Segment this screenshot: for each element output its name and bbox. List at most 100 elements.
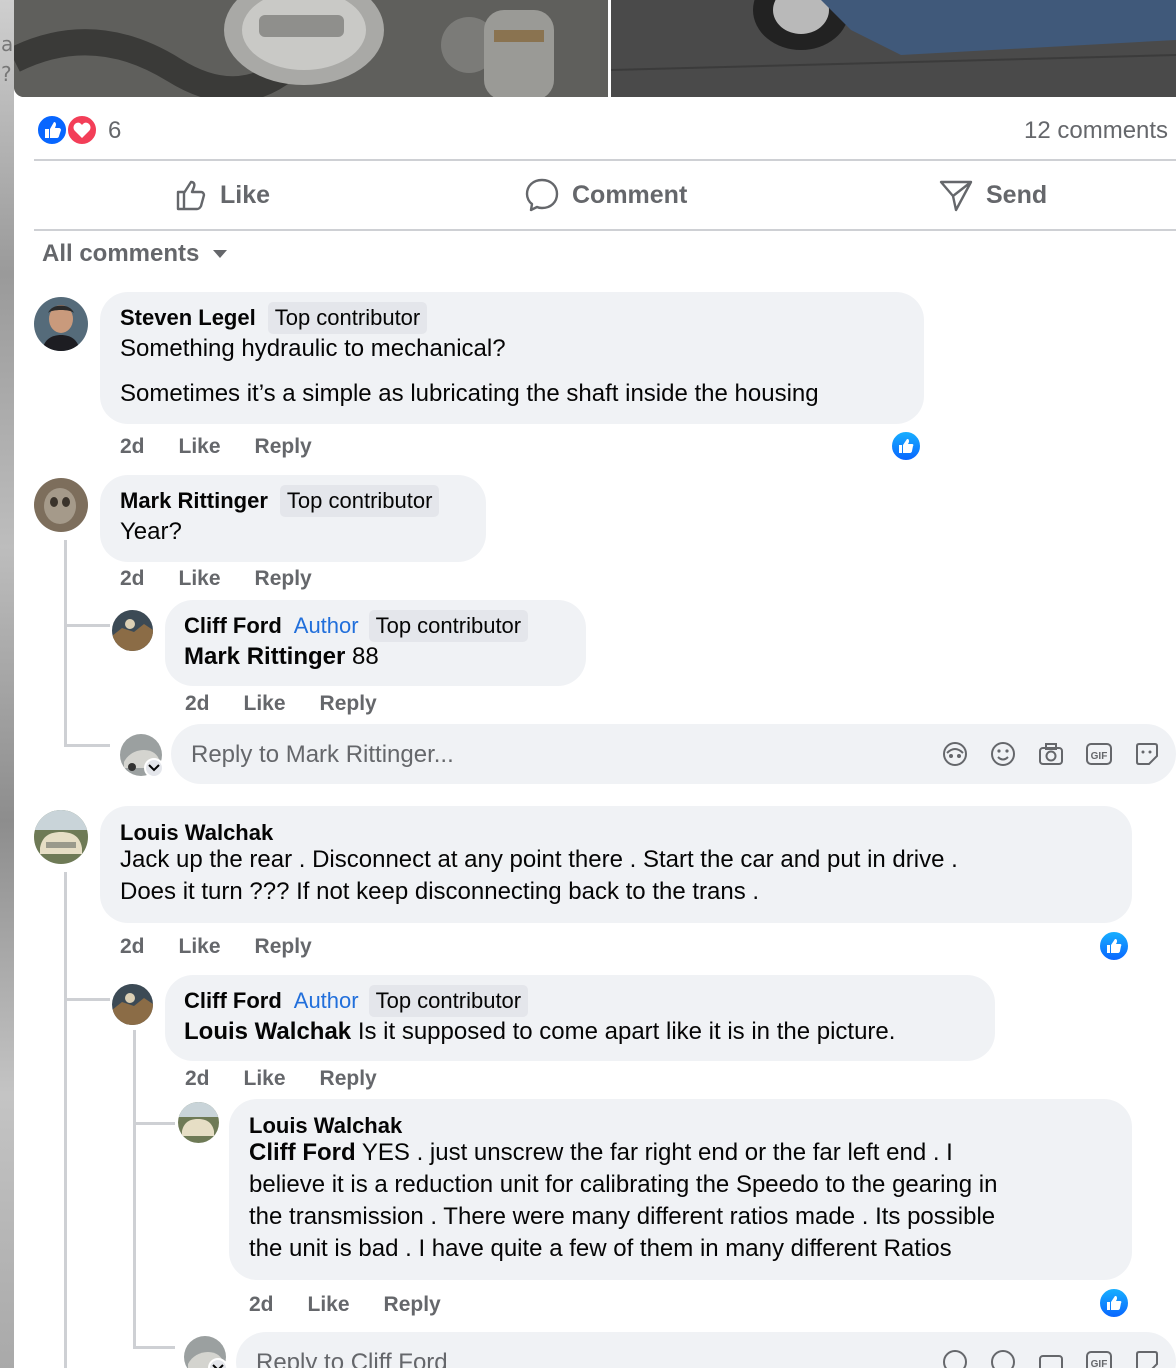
- comment-text-body: 88: [345, 643, 379, 670]
- comment-text: Mark Rittinger 88: [184, 641, 379, 673]
- mention-link[interactable]: Cliff Ford: [249, 1139, 356, 1166]
- thumb-glyph: [1107, 939, 1122, 953]
- comment-meta: 2d Like Reply: [120, 567, 312, 591]
- like-button[interactable]: Like: [174, 162, 270, 228]
- svg-text:GIF: GIF: [1091, 1359, 1108, 1368]
- send-button[interactable]: Send: [938, 162, 1047, 228]
- comment-author[interactable]: Mark Rittinger: [120, 488, 268, 514]
- comment-reply-button[interactable]: Reply: [320, 692, 377, 716]
- comment-author[interactable]: Louis Walchak: [120, 820, 273, 846]
- comment-time[interactable]: 2d: [120, 435, 145, 459]
- car-photo-graphic: [611, 0, 1176, 97]
- reaction-count: 6: [108, 117, 122, 144]
- avatar-emoji-icon[interactable]: [941, 740, 969, 768]
- like-label: Like: [220, 180, 271, 209]
- avatar[interactable]: [34, 297, 88, 351]
- comment-time[interactable]: 2d: [120, 935, 145, 959]
- sticker-icon[interactable]: [1133, 1348, 1161, 1368]
- comment-reply-button[interactable]: Reply: [255, 435, 312, 459]
- chevron-down-icon[interactable]: [144, 758, 164, 778]
- comment-like-button[interactable]: Like: [244, 692, 286, 716]
- cropped-letter: a: [1, 32, 14, 56]
- comment-text: the unit is bad . I have quite a few of …: [249, 1235, 952, 1262]
- comment-like-button[interactable]: Like: [244, 1067, 286, 1091]
- avatar[interactable]: [112, 610, 153, 651]
- comment-like-button[interactable]: Like: [179, 435, 221, 459]
- avatar-emoji-icon[interactable]: [941, 1348, 969, 1368]
- cropped-letter: ?: [1, 62, 12, 86]
- comment-author[interactable]: Louis Walchak: [249, 1113, 402, 1139]
- comment-like-button[interactable]: Like: [308, 1293, 350, 1317]
- gif-icon[interactable]: GIF: [1085, 740, 1113, 768]
- comment-author[interactable]: Cliff Ford: [184, 613, 282, 639]
- comment-text-body: Is it supposed to come apart like it is …: [351, 1018, 896, 1045]
- avatar[interactable]: [112, 984, 153, 1025]
- comment-text: Sometimes it’s a simple as lubricating t…: [120, 380, 819, 407]
- gif-icon[interactable]: GIF: [1085, 1348, 1113, 1368]
- avatar-photo: [178, 1102, 219, 1143]
- comment-text: the transmission . There were many diffe…: [249, 1203, 996, 1230]
- thread-line: [64, 872, 67, 1368]
- top-contributor-badge: Top contributor: [368, 610, 529, 642]
- comment-author[interactable]: Steven Legel: [120, 305, 256, 331]
- avatar-photo: [34, 297, 88, 351]
- comments-count-link[interactable]: 12 comments: [1024, 117, 1168, 145]
- comment-text-body: YES . just unscrew the far right end or …: [355, 1139, 953, 1166]
- camera-icon[interactable]: [1037, 740, 1065, 768]
- thread-line: [64, 744, 110, 747]
- comment-filter-label: All comments: [42, 240, 200, 267]
- comment-reply-button[interactable]: Reply: [384, 1293, 441, 1317]
- comment-time[interactable]: 2d: [185, 692, 210, 716]
- emoji-icon[interactable]: [989, 740, 1017, 768]
- reply-input[interactable]: Reply to Cliff Ford GIF: [236, 1332, 1176, 1368]
- comment-reply-button[interactable]: Reply: [255, 935, 312, 959]
- comment-reply-button[interactable]: Reply: [320, 1067, 377, 1091]
- avatar[interactable]: [178, 1102, 219, 1143]
- divider: [34, 159, 1176, 161]
- comment-time[interactable]: 2d: [120, 567, 145, 591]
- thumb-glyph: [1107, 1296, 1122, 1310]
- thumb-up-outline-icon: [176, 180, 206, 211]
- mention-link[interactable]: Mark Rittinger: [184, 643, 345, 670]
- camera-icon[interactable]: [1037, 1348, 1065, 1368]
- send-icon: [939, 180, 973, 212]
- comment-time[interactable]: 2d: [185, 1067, 210, 1091]
- sticker-icon[interactable]: [1133, 740, 1161, 768]
- thread-line: [64, 720, 67, 746]
- comment-bubble: Louis Walchak Jack up the rear . Disconn…: [100, 806, 1132, 923]
- avatar[interactable]: [34, 810, 88, 864]
- send-label: Send: [986, 180, 1048, 209]
- comment-like-button[interactable]: Like: [179, 567, 221, 591]
- comment-bubble: Cliff Ford Author Top contributor Mark R…: [165, 600, 586, 686]
- mention-link[interactable]: Louis Walchak: [184, 1018, 351, 1045]
- comment-meta: 2d Like Reply: [120, 435, 312, 459]
- engine-photo-graphic: [14, 0, 608, 97]
- thumb-glyph: [899, 439, 914, 453]
- comment-text: Year?: [120, 518, 182, 545]
- author-badge: Author: [293, 613, 359, 638]
- comment-reply-button[interactable]: Reply: [255, 567, 312, 591]
- comment-text: Something hydraulic to mechanical?: [120, 335, 506, 362]
- comment-meta: 2d Like Reply: [185, 692, 377, 716]
- post-photo-engine[interactable]: [14, 0, 608, 97]
- comment-author[interactable]: Cliff Ford: [184, 988, 282, 1014]
- thread-line: [64, 624, 110, 627]
- comment-time[interactable]: 2d: [249, 1293, 274, 1317]
- comment-like-button[interactable]: Like: [179, 935, 221, 959]
- like-icon[interactable]: [890, 430, 922, 462]
- reactions-summary[interactable]: 6 12 comments: [36, 113, 1176, 147]
- avatar[interactable]: [34, 478, 88, 532]
- post-photo-car[interactable]: [611, 0, 1176, 97]
- comment-meta: 2d Like Reply: [249, 1293, 441, 1317]
- comment-filter-dropdown[interactable]: All comments: [42, 240, 229, 268]
- thread-line: [133, 1030, 136, 1348]
- like-icon: [36, 114, 98, 146]
- reply-placeholder: Reply to Cliff Ford: [256, 1349, 448, 1368]
- reply-input[interactable]: Reply to Mark Rittinger... GIF: [171, 724, 1176, 784]
- thread-line: [133, 1122, 175, 1125]
- chevron-glyph: [148, 764, 160, 772]
- emoji-icon[interactable]: [989, 1348, 1017, 1368]
- like-icon[interactable]: [1098, 1287, 1130, 1319]
- like-icon[interactable]: [1098, 930, 1130, 962]
- comment-button[interactable]: Comment: [524, 162, 687, 228]
